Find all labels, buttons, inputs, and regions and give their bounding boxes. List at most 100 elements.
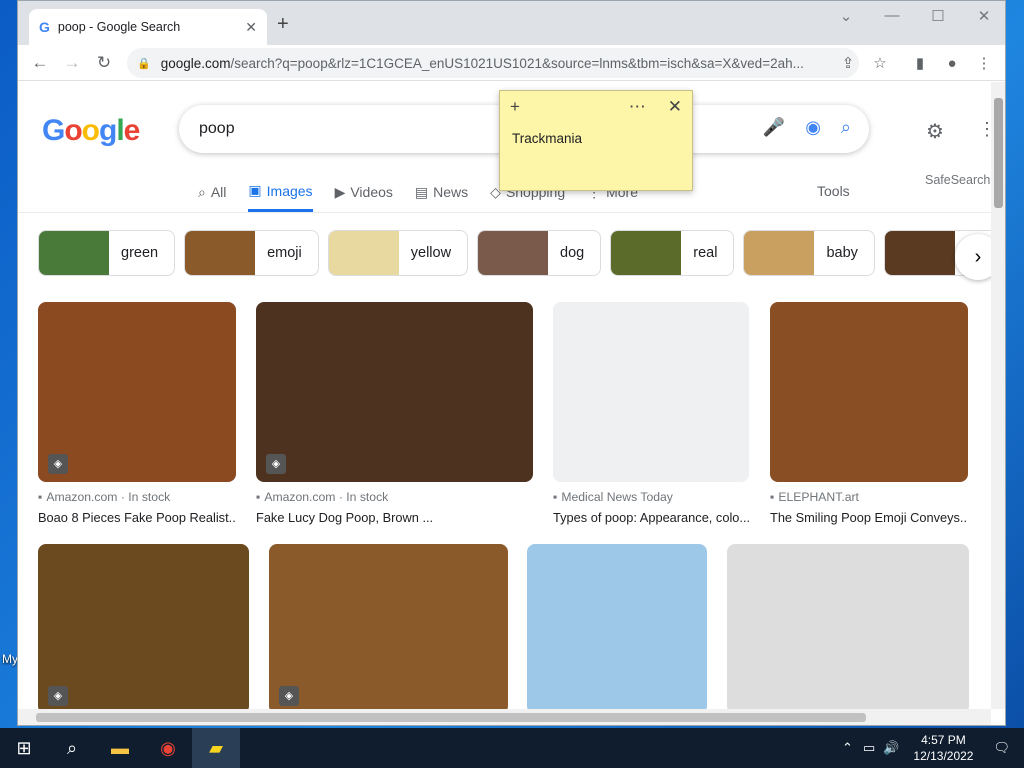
google-doodle-logo[interactable]: Google: [42, 114, 140, 148]
filter-label: All: [210, 184, 227, 200]
result-title[interactable]: Types of poop: Appearance, colo...: [553, 510, 749, 525]
google-favicon-icon: G: [39, 19, 50, 35]
sticky-notes-icon[interactable]: ▰: [192, 728, 240, 768]
search-icon[interactable]: ⌕: [48, 728, 96, 768]
vertical-scrollbar[interactable]: [991, 82, 1005, 709]
apps-grid-icon[interactable]: ⋮⋮: [978, 119, 991, 140]
close-tab-icon[interactable]: ✕: [245, 19, 257, 36]
result-title[interactable]: Fake Lucy Dog Poop, Brown ...: [256, 510, 533, 525]
chip-emoji[interactable]: emoji: [184, 230, 319, 276]
add-note-icon[interactable]: +: [510, 97, 520, 117]
title-bar: G poop - Google Search ✕ + ⌄ — ☐ ✕: [18, 1, 1005, 45]
clock[interactable]: 4:57 PM 12/13/2022: [913, 732, 973, 764]
chip-thumbnail: [744, 231, 815, 275]
filter-images[interactable]: ▣ Images: [248, 182, 313, 212]
file-explorer-icon[interactable]: ▬: [96, 728, 144, 768]
chip-dog[interactable]: dog: [477, 230, 602, 276]
close-window-icon[interactable]: ✕: [969, 7, 999, 25]
side-panel-icon[interactable]: ▮: [909, 53, 931, 75]
chrome-icon[interactable]: ◉: [144, 728, 192, 768]
close-note-icon[interactable]: ✕: [668, 97, 682, 117]
image-result[interactable]: ◈ ▪ Amazon.com · In stock Boao 8 Pieces Fak…: [38, 302, 236, 525]
site-favicon-icon: ▪: [38, 490, 43, 504]
filter-news[interactable]: ▤ News: [415, 182, 468, 212]
filter-videos[interactable]: ▶ Videos: [335, 182, 393, 212]
scroll-thumb[interactable]: [36, 713, 866, 722]
horizontal-scrollbar[interactable]: [18, 709, 991, 725]
sticky-note-toolbar: + ⋯ ✕: [500, 91, 692, 123]
lock-icon: 🔒: [137, 57, 151, 70]
forward-icon[interactable]: →: [60, 51, 84, 75]
tools-button[interactable]: Tools: [817, 183, 850, 199]
search-query[interactable]: poop: [199, 120, 235, 138]
result-thumbnail[interactable]: [38, 544, 249, 709]
address-bar[interactable]: 🔒 google.com/search?q=poop&rlz=1C1GCEA_e…: [127, 48, 859, 78]
image-result[interactable]: ◈: [38, 544, 249, 709]
lens-icon[interactable]: ◉: [805, 117, 821, 138]
chevron-up-icon[interactable]: ⌃: [842, 740, 853, 756]
result-title[interactable]: The Smiling Poop Emoji Conveys...: [770, 510, 968, 525]
new-tab-icon[interactable]: +: [277, 13, 289, 36]
source-label: Medical News Today: [561, 490, 673, 504]
source-label: Amazon.com · In stock: [46, 490, 171, 504]
image-result[interactable]: ◈ ▪ Amazon.com · In stock Fake Lucy Dog Poo…: [256, 302, 533, 525]
image-icon: ▣: [248, 182, 262, 198]
network-icon[interactable]: ▭: [863, 740, 875, 756]
chip-thumbnail: [611, 231, 682, 275]
chip-green[interactable]: green: [38, 230, 176, 276]
filter-label: Images: [266, 182, 313, 199]
chip-label: real: [693, 245, 718, 261]
safesearch-link[interactable]: SafeSearch: [925, 173, 990, 187]
result-thumbnail[interactable]: [269, 544, 508, 709]
result-source[interactable]: ▪ Medical News Today: [553, 490, 749, 504]
search-icon[interactable]: ⌕: [841, 117, 851, 138]
sticky-note-text[interactable]: Trackmania: [500, 123, 692, 154]
more-options-icon[interactable]: ⋯: [629, 97, 646, 117]
image-result[interactable]: [727, 544, 969, 709]
url-host: google.com: [160, 55, 231, 71]
source-label: Amazon.com · In stock: [264, 490, 389, 504]
back-icon[interactable]: ←: [28, 51, 52, 75]
bookmark-star-icon[interactable]: ☆: [869, 53, 891, 75]
result-title[interactable]: Boao 8 Pieces Fake Poop Realist...: [38, 510, 236, 525]
share-icon[interactable]: ⇪: [837, 53, 859, 75]
result-thumbnail[interactable]: [256, 302, 533, 482]
chip-label: emoji: [267, 245, 302, 261]
browser-toolbar: ← → ↻ 🔒 google.com/search?q=poop&rlz=1C1…: [18, 45, 1005, 81]
chip-baby[interactable]: baby: [743, 230, 875, 276]
maximize-icon[interactable]: ☐: [923, 7, 953, 25]
sticky-note[interactable]: + ⋯ ✕ Trackmania: [499, 90, 693, 191]
filter-all[interactable]: ⌕ All: [198, 182, 226, 212]
image-result[interactable]: ◈: [269, 544, 508, 709]
profile-avatar-icon[interactable]: ●: [941, 53, 963, 75]
desktop-icon-label[interactable]: My: [2, 652, 18, 666]
volume-icon[interactable]: 🔊: [883, 740, 899, 756]
reload-icon[interactable]: ↻: [92, 51, 116, 75]
voice-search-icon[interactable]: 🎤: [763, 117, 785, 138]
chip-yellow[interactable]: yellow: [327, 230, 469, 276]
browser-menu-icon[interactable]: ⋮: [973, 53, 995, 75]
image-result[interactable]: ▪ ELEPHANT.art The Smiling Poop Emoji Conv…: [770, 302, 968, 525]
chip-label: green: [121, 245, 159, 261]
result-thumbnail[interactable]: [727, 544, 969, 709]
result-source[interactable]: ▪ ELEPHANT.art: [770, 490, 968, 504]
result-source[interactable]: ▪ Amazon.com · In stock: [256, 490, 533, 504]
chip-thumbnail: [328, 231, 399, 275]
result-thumbnail[interactable]: [527, 544, 707, 709]
notification-icon[interactable]: 🗨: [993, 740, 1010, 756]
windows-start-icon[interactable]: ⊞: [0, 728, 48, 768]
result-source[interactable]: ▪ Amazon.com · In stock: [38, 490, 236, 504]
chip-label: yellow: [410, 245, 452, 261]
image-result[interactable]: ▪ Medical News Today Types of poop: Appear…: [553, 302, 749, 525]
scroll-thumb[interactable]: [994, 98, 1003, 208]
minimize-icon[interactable]: —: [877, 7, 907, 24]
settings-gear-icon[interactable]: ⚙: [926, 119, 944, 144]
result-thumbnail[interactable]: [553, 302, 749, 482]
result-thumbnail[interactable]: [770, 302, 968, 482]
browser-tab[interactable]: G poop - Google Search ✕: [29, 9, 267, 45]
image-result[interactable]: [527, 544, 707, 709]
chip-real[interactable]: real: [610, 230, 735, 276]
taskbar: ⊞ ⌕ ▬ ◉ ▰ ⌃ ▭ 🔊 4:57 PM 12/13/2022 🗨: [0, 728, 1024, 768]
tab-search-icon[interactable]: ⌄: [831, 7, 861, 25]
url-path: /search?q=poop&rlz=1C1GCEA_enUS1021US102…: [230, 55, 804, 71]
